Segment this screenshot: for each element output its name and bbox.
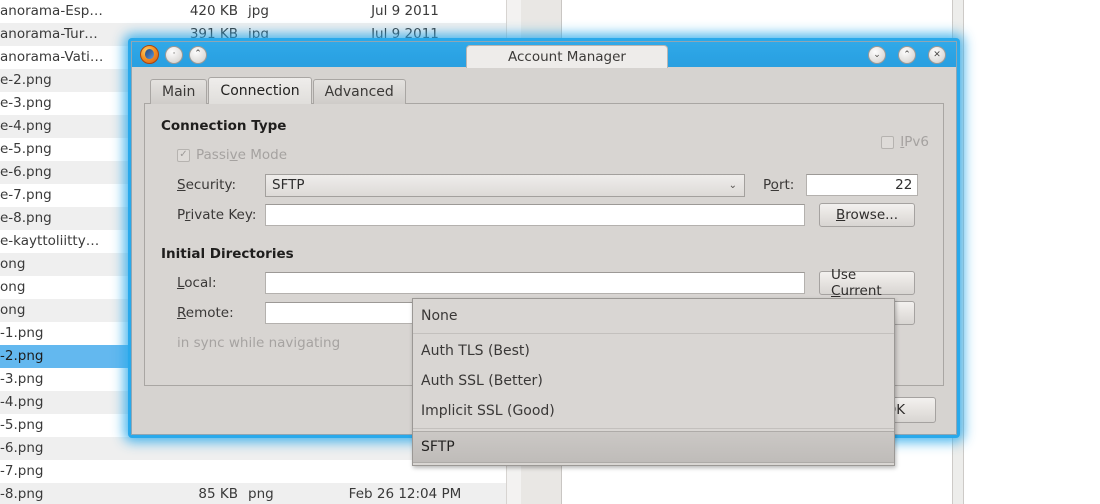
initial-directories-group-label: Initial Directories bbox=[161, 246, 294, 262]
file-date-cell: Jul 9 2011 bbox=[371, 3, 439, 19]
titlebar-minimize-left-button[interactable]: · bbox=[165, 45, 183, 64]
ipv6-checkbox[interactable]: IPv6 bbox=[881, 134, 929, 150]
use-current-local-button[interactable]: Use Current bbox=[819, 267, 915, 299]
file-name-cell: -6.png bbox=[0, 440, 44, 456]
checkbox-unchecked-icon bbox=[881, 135, 895, 149]
maximize-icon[interactable]: ⌃ bbox=[898, 46, 916, 64]
sync-directories-label: in sync while navigating bbox=[177, 335, 341, 351]
titlebar-right-controls: ⌄ ⌃ ✕ bbox=[868, 46, 946, 64]
ipv6-label: IPv6 bbox=[900, 134, 929, 150]
security-dropdown-popup[interactable]: None Auth TLS (Best) Auth SSL (Better) Impl… bbox=[412, 298, 895, 466]
tab-advanced-label: Advanced bbox=[324, 84, 394, 100]
security-dropdown-option[interactable]: Auth TLS (Best) bbox=[413, 336, 894, 366]
chevron-down-icon[interactable]: ⌄ bbox=[729, 180, 737, 191]
local-directory-input[interactable] bbox=[265, 272, 805, 294]
file-name-cell: -8.png bbox=[0, 486, 44, 502]
security-dropdown-option[interactable]: Auth SSL (Better) bbox=[413, 366, 894, 396]
private-key-label: Private Key: bbox=[177, 207, 257, 223]
titlebar-left-controls: · ⌃ bbox=[132, 45, 207, 64]
dialog-title: Account Manager bbox=[508, 49, 626, 65]
private-key-input[interactable] bbox=[265, 204, 805, 226]
security-combobox[interactable]: SFTP ⌄ bbox=[265, 173, 745, 197]
browse-button-label: Browse... bbox=[835, 207, 899, 223]
file-name-cell: anorama-Esp… bbox=[0, 3, 103, 19]
passive-mode-row: ✓ Passive Mode bbox=[161, 140, 927, 170]
security-dropdown-list[interactable]: None Auth TLS (Best) Auth SSL (Better) Impl… bbox=[413, 301, 894, 463]
dropdown-separator bbox=[413, 428, 894, 429]
file-type-cell: jpg bbox=[248, 3, 269, 19]
security-label: Security: bbox=[177, 177, 237, 193]
file-size-cell: 420 KB bbox=[189, 3, 238, 19]
port-value: 22 bbox=[895, 177, 913, 193]
file-date-cell: Feb 26 12:04 PM bbox=[348, 486, 462, 502]
connection-tab-panel: Connection Type ✓ Passive Mode IPv6 Secu… bbox=[144, 103, 944, 466]
security-dropdown-option[interactable]: None bbox=[413, 301, 894, 331]
connection-type-group-label: Connection Type bbox=[161, 118, 287, 134]
screen: anorama-Esp… 420 KB jpg Jul 9 2011 anorama-T… bbox=[0, 0, 1100, 504]
titlebar-shade-button[interactable]: ⌃ bbox=[189, 45, 207, 64]
security-row: Security: SFTP ⌄ Port: 22 bbox=[161, 170, 927, 200]
dialog-titlebar[interactable]: · ⌃ Account Manager ⌄ ⌃ ✕ bbox=[132, 42, 956, 68]
dialog-tabstrip[interactable]: Main Connection Advanced bbox=[144, 77, 944, 104]
use-current-local-label: Use Current bbox=[831, 267, 882, 299]
account-manager-dialog: · ⌃ Account Manager ⌄ ⌃ ✕ Main Connectio… bbox=[131, 41, 957, 466]
remote-label: Remote: bbox=[177, 305, 234, 321]
security-dropdown-option[interactable]: SFTP bbox=[413, 431, 894, 463]
tab-advanced[interactable]: Advanced bbox=[312, 79, 406, 104]
dialog-title-tab[interactable]: Account Manager bbox=[466, 45, 668, 68]
file-type-cell: png bbox=[248, 486, 274, 502]
browse-button[interactable]: Browse... bbox=[819, 203, 915, 227]
file-list-row[interactable]: -8.png 85 KB png Feb 26 12:04 PM bbox=[0, 483, 506, 504]
tab-main-label: Main bbox=[162, 84, 196, 100]
tab-main[interactable]: Main bbox=[150, 79, 208, 104]
security-combobox-value: SFTP bbox=[272, 177, 305, 193]
local-directory-row: Local: Use Current bbox=[161, 267, 927, 299]
tab-connection-label: Connection bbox=[220, 83, 300, 99]
private-key-row: Private Key: Browse... bbox=[161, 200, 927, 230]
checkbox-checked-icon: ✓ bbox=[177, 148, 190, 162]
port-label: Port: bbox=[763, 177, 795, 193]
passive-mode-checkbox[interactable]: ✓ Passive Mode bbox=[161, 147, 287, 163]
file-name-cell: -7.png bbox=[0, 463, 44, 479]
minimize-icon[interactable]: ⌄ bbox=[868, 46, 886, 64]
tab-connection[interactable]: Connection bbox=[208, 77, 312, 104]
port-input[interactable]: 22 bbox=[806, 174, 919, 196]
file-size-cell: 85 KB bbox=[198, 486, 238, 502]
passive-mode-label: Passive Mode bbox=[196, 147, 288, 163]
security-dropdown-option[interactable]: Implicit SSL (Good) bbox=[413, 396, 894, 426]
close-icon[interactable]: ✕ bbox=[928, 46, 946, 64]
firefox-icon bbox=[140, 45, 159, 64]
dialog-body: Main Connection Advanced Connection Type… bbox=[132, 67, 956, 466]
dropdown-separator bbox=[413, 333, 894, 334]
local-label: Local: bbox=[177, 275, 217, 291]
file-list-row[interactable]: anorama-Esp… 420 KB jpg Jul 9 2011 bbox=[0, 0, 506, 23]
